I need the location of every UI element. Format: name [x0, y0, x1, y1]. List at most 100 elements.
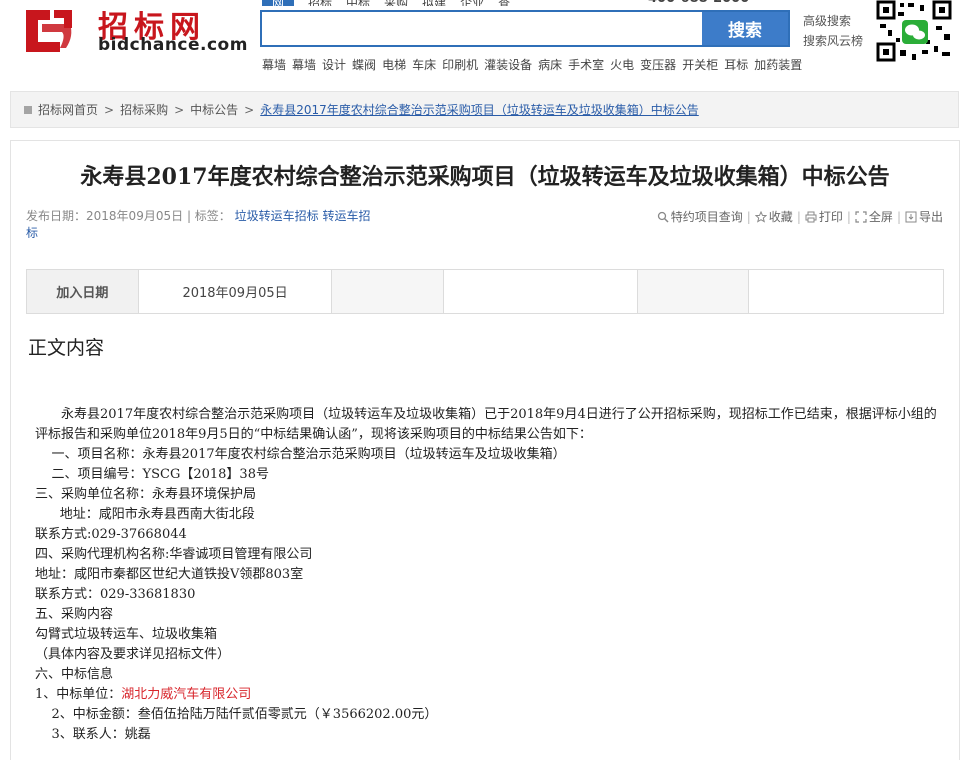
content-section-title: 正文内容 [28, 337, 105, 359]
body-line: 勾臂式垃圾转运车、垃圾收集箱 [35, 627, 218, 642]
breadcrumb-award-notice[interactable]: 中标公告 [190, 101, 238, 118]
join-date-label: 加入日期 [27, 270, 139, 313]
logo-text-en: bidchance.com [98, 35, 248, 55]
top-nav-item[interactable]: 中标 [346, 0, 370, 6]
fullscreen-button[interactable]: 全屏 [855, 208, 893, 225]
hot-keyword[interactable]: 电梯 [382, 58, 406, 72]
site-logo[interactable]: 招标网 bidchance.com [16, 2, 247, 60]
fullscreen-label: 全屏 [868, 210, 893, 224]
hotline-number: 400-688-2000 [648, 0, 749, 6]
star-icon [754, 210, 767, 223]
tags-label: 标签： [194, 209, 231, 223]
top-nav-item[interactable]: 企业 [460, 0, 484, 6]
info-cell-empty [332, 270, 445, 313]
hot-keyword[interactable]: 手术室 [568, 58, 604, 72]
winner-name: 湖北力威汽车有限公司 [121, 687, 252, 702]
fullscreen-icon [855, 210, 867, 223]
hot-keyword[interactable]: 耳标 [724, 58, 748, 72]
special-query-button[interactable]: 特约项目查询 [657, 208, 743, 225]
publish-date-label: 发布日期： [26, 209, 87, 223]
top-nav-item[interactable]: 招标 [308, 0, 332, 6]
search-button[interactable]: 搜索 [702, 12, 788, 45]
breadcrumb-home[interactable]: 招标网首页 [38, 101, 98, 118]
body-line: 联系方式:029-37668044 [35, 527, 187, 542]
article-tools: 特约项目查询 | 收藏 | 打印 | 全屏 | 导出 [657, 208, 943, 225]
tool-divider: | [746, 209, 751, 224]
amount-line: 2、中标金额：叁佰伍拾陆万陆仟贰佰零贰元（￥3566202.00元） [35, 707, 438, 722]
favorite-button[interactable]: 收藏 [754, 208, 793, 225]
meta-divider: | [186, 209, 195, 223]
printer-icon [805, 211, 817, 222]
winner-label: 1、中标单位： [35, 687, 122, 702]
join-date-value: 2018年09月05日 [139, 270, 333, 313]
export-icon [905, 211, 917, 222]
top-nav-item[interactable]: 网 [262, 0, 295, 6]
hot-keyword[interactable]: 加药装置 [754, 58, 802, 72]
tool-divider: | [896, 209, 901, 224]
body-paragraph: 永寿县2017年度农村综合整治示范采购项目（垃圾转运车及垃圾收集箱）已于2018… [35, 407, 937, 442]
tag-link-wrap[interactable]: 标 [26, 226, 38, 240]
hot-keyword[interactable]: 幕墙 [292, 58, 316, 72]
favorite-label: 收藏 [768, 210, 793, 224]
print-button[interactable]: 打印 [805, 208, 843, 225]
contact-line: 3、联系人：姚磊 [35, 727, 151, 742]
tool-divider: | [796, 209, 801, 224]
export-button[interactable]: 导出 [905, 208, 943, 225]
search-box: 搜索 [260, 10, 790, 47]
hot-keyword[interactable]: 车床 [412, 58, 436, 72]
site-header: 招标网 bidchance.com 网 招标 中标 采购 拟建 企业 查 400-688-2… [0, 0, 969, 80]
body-line: 地址：咸阳市秦都区世纪大道铁投V领郡803室 [35, 567, 304, 582]
special-query-label: 特约项目查询 [670, 210, 743, 224]
breadcrumb-bullet-icon [24, 105, 32, 114]
article-body: 永寿县2017年度农村综合整治示范采购项目（垃圾转运车及垃圾收集箱）已于2018… [35, 405, 945, 745]
qr-code-icon [876, 0, 954, 64]
logo-mark-icon [26, 10, 72, 52]
top-nav-item[interactable]: 查 [498, 0, 510, 6]
magnifier-icon [657, 211, 669, 223]
top-nav-item[interactable]: 拟建 [422, 0, 446, 6]
hot-keyword[interactable]: 火电 [610, 58, 634, 72]
breadcrumb-separator: > [174, 102, 185, 117]
winner-line: 1、中标单位：湖北力威汽车有限公司 [35, 685, 945, 705]
print-label: 打印 [818, 210, 843, 224]
body-line: 六、中标信息 [35, 667, 114, 682]
info-table: 加入日期 2018年09月05日 [26, 269, 944, 314]
body-line: 二、项目编号：YSCG【2018】38号 [35, 467, 269, 482]
body-line: （具体内容及要求详见招标文件） [35, 647, 231, 662]
body-line: 四、采购代理机构名称:华睿诚项目管理有限公司 [35, 547, 313, 562]
breadcrumb-procurement[interactable]: 招标采购 [120, 101, 168, 118]
breadcrumb-separator: > [244, 102, 255, 117]
hot-keyword[interactable]: 病床 [538, 58, 562, 72]
body-line: 联系方式：029-33681830 [35, 587, 196, 602]
body-line: 地址：咸阳市永寿县西南大街北段 [35, 507, 255, 522]
body-line: 三、采购单位名称：永寿县环境保护局 [35, 487, 257, 502]
hot-keyword[interactable]: 幕墙 [262, 58, 286, 72]
search-input[interactable] [262, 12, 704, 45]
hot-keyword[interactable]: 变压器 [640, 58, 676, 72]
search-rank-link[interactable]: 搜索风云榜 [803, 31, 863, 51]
export-label: 导出 [918, 210, 943, 224]
article-panel: 永寿县2017年度农村综合整治示范采购项目（垃圾转运车及垃圾收集箱）中标公告 发… [10, 140, 960, 760]
breadcrumb-current[interactable]: 永寿县2017年度农村综合整治示范采购项目（垃圾转运车及垃圾收集箱）中标公告 [260, 101, 699, 118]
top-nav-item[interactable]: 采购 [384, 0, 408, 6]
article-meta: 发布日期：2018年09月05日 | 标签： 垃圾转运车招标 转运车招标 [26, 208, 371, 242]
search-links: 高级搜索 搜索风云榜 [803, 11, 863, 51]
wechat-qr-code [876, 0, 954, 64]
hot-keyword[interactable]: 开关柜 [682, 58, 718, 72]
hot-keyword[interactable]: 灌装设备 [484, 58, 532, 72]
body-line: 五、采购内容 [35, 607, 114, 622]
publish-date: 2018年09月05日 [86, 209, 184, 223]
hot-keyword[interactable]: 设计 [322, 58, 346, 72]
tag-link[interactable]: 垃圾转运车招标 [235, 209, 319, 223]
hot-keywords: 幕墙 幕墙 设计 蝶阀 电梯 车床 印刷机 灌装设备 病床 手术室 火电 变压器 开关柜 耳标 加药装置 [262, 56, 808, 73]
tag-link[interactable]: 转运车招 [322, 209, 370, 223]
breadcrumb-separator: > [104, 102, 115, 117]
body-line: 一、项目名称：永寿县2017年度农村综合整治示范采购项目（垃圾转运车及垃圾收集箱… [35, 447, 566, 462]
info-cell-empty [637, 270, 750, 313]
hot-keyword[interactable]: 印刷机 [442, 58, 478, 72]
advanced-search-link[interactable]: 高级搜索 [803, 11, 863, 31]
hot-keyword[interactable]: 蝶阀 [352, 58, 376, 72]
tool-divider: | [846, 209, 851, 224]
breadcrumb: 招标网首页 > 招标采购 > 中标公告 > 永寿县2017年度农村综合整治示范采… [10, 91, 959, 128]
article-title: 永寿县2017年度农村综合整治示范采购项目（垃圾转运车及垃圾收集箱）中标公告 [80, 164, 890, 190]
